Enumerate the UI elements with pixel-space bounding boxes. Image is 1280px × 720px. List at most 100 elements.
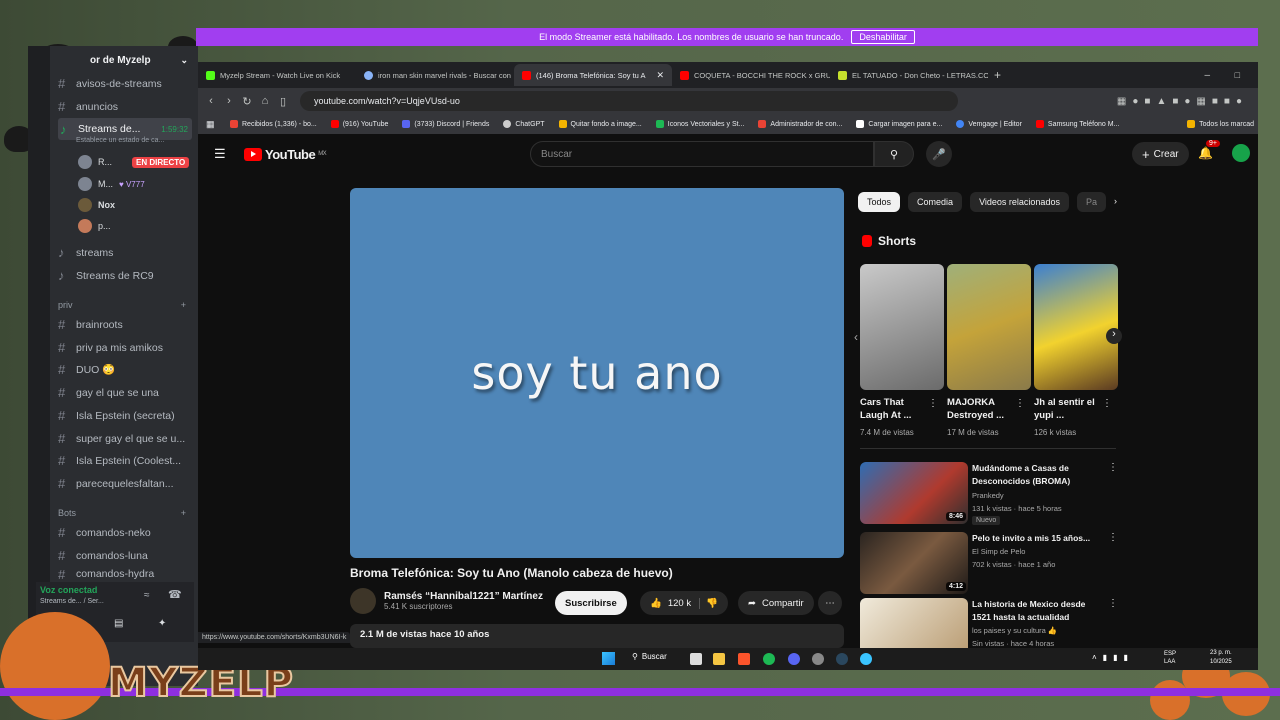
tray-clock[interactable]: 23 p. m. 10/2025	[1210, 649, 1232, 667]
chip-more[interactable]: Pa	[1076, 192, 1106, 212]
recommendation-item[interactable]: La historia de Mexico desde 1521 hasta l…	[860, 598, 1116, 648]
channel-name[interactable]: Ramsés “Hannibal1221” Martínez	[384, 591, 543, 602]
category-bots[interactable]: Bots +	[58, 508, 186, 518]
video-player[interactable]: soy tu ano	[350, 188, 844, 558]
tray-icons[interactable]: ˄▮▮▮	[1092, 653, 1134, 662]
share-button[interactable]: ➦ Compartir	[738, 591, 814, 615]
voice-search-button[interactable]: 🎤	[926, 141, 952, 167]
bookmark-item[interactable]: Samsung Teléfono M...	[1035, 120, 1119, 128]
taskbar-search[interactable]: ⚲ Buscar	[632, 652, 667, 661]
task-view-icon[interactable]	[690, 653, 702, 665]
search-button[interactable]: ⚲	[874, 141, 914, 167]
disable-streamer-button[interactable]: Deshabilitar	[851, 30, 915, 44]
tab-kick[interactable]: Myzelp Stream - Watch Live on Kick	[198, 64, 356, 86]
short-title[interactable]: Cars That Laugh At ...	[860, 396, 934, 423]
channel[interactable]: # comandos-neko	[58, 525, 190, 540]
voice-user[interactable]: M... ♥ V777	[78, 177, 145, 191]
discord-icon[interactable]	[788, 653, 800, 665]
short-thumbnail[interactable]	[947, 264, 1031, 390]
subscribe-button[interactable]: Suscribirse	[555, 591, 627, 615]
all-bookmarks[interactable]: Todos los marcad	[1187, 120, 1254, 128]
carousel-prev-icon[interactable]: ‹	[854, 330, 858, 344]
recommendation-item[interactable]: 8:46 Mudándome a Casas de Desconocidos (…	[860, 462, 1118, 525]
spotify-icon[interactable]	[763, 653, 775, 665]
bookmark-item[interactable]: Recibidos (1,336) - bo...	[230, 120, 317, 128]
category-priv[interactable]: priv +	[58, 300, 186, 310]
gamepad-icon[interactable]: ▤	[114, 618, 123, 629]
app-icon[interactable]	[812, 653, 824, 665]
reload-icon[interactable]: ↻	[238, 95, 256, 108]
voice-user[interactable]: Nox	[78, 198, 115, 212]
add-channel-icon[interactable]: +	[181, 300, 186, 310]
new-tab-icon[interactable]: +	[994, 68, 1001, 82]
channel[interactable]: # brainroots	[58, 317, 190, 332]
server-header[interactable]: or de Myzelp ⌄	[50, 46, 198, 74]
short-title[interactable]: MAJORKA Destroyed ...	[947, 396, 1021, 423]
more-icon[interactable]: ⋮	[1015, 398, 1025, 409]
activity-icon[interactable]: ✦	[158, 618, 166, 629]
search-input[interactable]: Buscar	[530, 141, 874, 167]
bookmark-icon[interactable]: ▯	[274, 95, 292, 108]
add-channel-icon[interactable]: +	[181, 508, 186, 518]
recommendation-item[interactable]: 4:12 Pelo te invito a mis 15 años... El …	[860, 532, 1118, 594]
bookmark-item[interactable]: (916) YouTube	[330, 120, 388, 128]
close-icon[interactable]: ✕	[656, 70, 664, 81]
description-box[interactable]: 2.1 M de vistas hace 10 años	[350, 624, 844, 648]
channel[interactable]: # super gay el que se u...	[58, 431, 190, 446]
like-dislike-button[interactable]: 👍 120 k 👎	[640, 591, 728, 615]
channel[interactable]: # comandos-hydra	[58, 569, 190, 579]
voice-channel-streams-2[interactable]: ♪ streams	[58, 245, 190, 260]
maximize-icon[interactable]: □	[1235, 70, 1240, 80]
create-button[interactable]: + Crear	[1132, 142, 1189, 166]
chevron-right-icon[interactable]: ›	[1114, 192, 1117, 212]
more-icon[interactable]: ⋮	[1102, 398, 1112, 409]
bookmark-item[interactable]: Quitar fondo a image...	[558, 120, 642, 128]
bookmark-item[interactable]: Administrador de con...	[758, 120, 842, 128]
channel[interactable]: # parecequelesfaltan...	[58, 476, 190, 491]
tab-letras[interactable]: EL TATUADO - Don Cheto - LETRAS.COM	[830, 64, 988, 86]
youtube-logo[interactable]: YouTube MX	[244, 147, 327, 162]
home-icon[interactable]: ⌂	[256, 95, 274, 107]
chip-relacionados[interactable]: Videos relacionados	[970, 192, 1069, 212]
bookmark-item[interactable]: ChatGPT	[503, 120, 545, 128]
channel[interactable]: # Isla Epstein (secreta)	[58, 408, 190, 423]
tab-search[interactable]: iron man skin marvel rivals - Buscar con	[356, 64, 514, 86]
url-input[interactable]: youtube.com/watch?v=UqjeVUsd-uo	[300, 91, 958, 111]
channel[interactable]: # comandos-luna	[58, 548, 190, 563]
voice-status-hint[interactable]: Establece un estado de ca...	[76, 137, 164, 144]
account-avatar[interactable]	[1232, 144, 1250, 162]
channel-avatar[interactable]	[350, 588, 376, 614]
bookmark-item[interactable]: Vemgage | Editor	[956, 120, 1022, 128]
steam-icon[interactable]	[836, 653, 848, 665]
thumbs-up-icon[interactable]: 👍	[650, 598, 662, 609]
channel[interactable]: # DUO 😳	[58, 362, 190, 377]
voice-user[interactable]: R... EN DIRECTO	[78, 155, 190, 169]
app-icon[interactable]	[860, 653, 872, 665]
disconnect-icon[interactable]: ☎	[168, 588, 182, 601]
bookmark-item[interactable]: Iconos Vectoriales y St...	[655, 120, 744, 128]
signal-icon[interactable]: ≈	[144, 590, 150, 601]
more-icon[interactable]: ⋮	[1108, 598, 1116, 609]
voice-user[interactable]: p...	[78, 219, 111, 233]
channel[interactable]: # priv pa mis amikos	[58, 340, 190, 355]
more-icon[interactable]: ⋮	[1108, 532, 1118, 543]
channel-anuncios[interactable]: # anuncios	[58, 99, 190, 114]
more-icon[interactable]: ⋮	[928, 398, 938, 409]
bookmark-item[interactable]: (3733) Discord | Friends	[402, 120, 489, 128]
minimize-icon[interactable]: –	[1204, 70, 1210, 81]
short-thumbnail[interactable]	[1034, 264, 1118, 390]
chip-todos[interactable]: Todos	[858, 192, 901, 212]
tab-coqueta[interactable]: COQUETA - BOCCHI THE ROCK x GRUP...	[672, 64, 830, 86]
tray-language[interactable]: ESP LAA	[1164, 650, 1178, 666]
notifications-icon[interactable]: 🔔	[1198, 146, 1213, 160]
brave-icon[interactable]	[738, 653, 750, 665]
chip-comedia[interactable]: Comedia	[908, 192, 963, 212]
windows-start-icon[interactable]	[602, 652, 615, 665]
back-icon[interactable]: ‹	[202, 95, 220, 107]
channel[interactable]: # Isla Epstein (Coolest...	[58, 453, 190, 468]
thumbs-down-icon[interactable]: 👎	[699, 597, 718, 609]
forward-icon[interactable]: ›	[220, 95, 238, 107]
short-title[interactable]: Jh al sentir el yupi ...	[1034, 396, 1108, 423]
channel[interactable]: # gay el que se una	[58, 385, 190, 400]
channel-avisos[interactable]: # avisos-de-streams	[58, 76, 190, 91]
